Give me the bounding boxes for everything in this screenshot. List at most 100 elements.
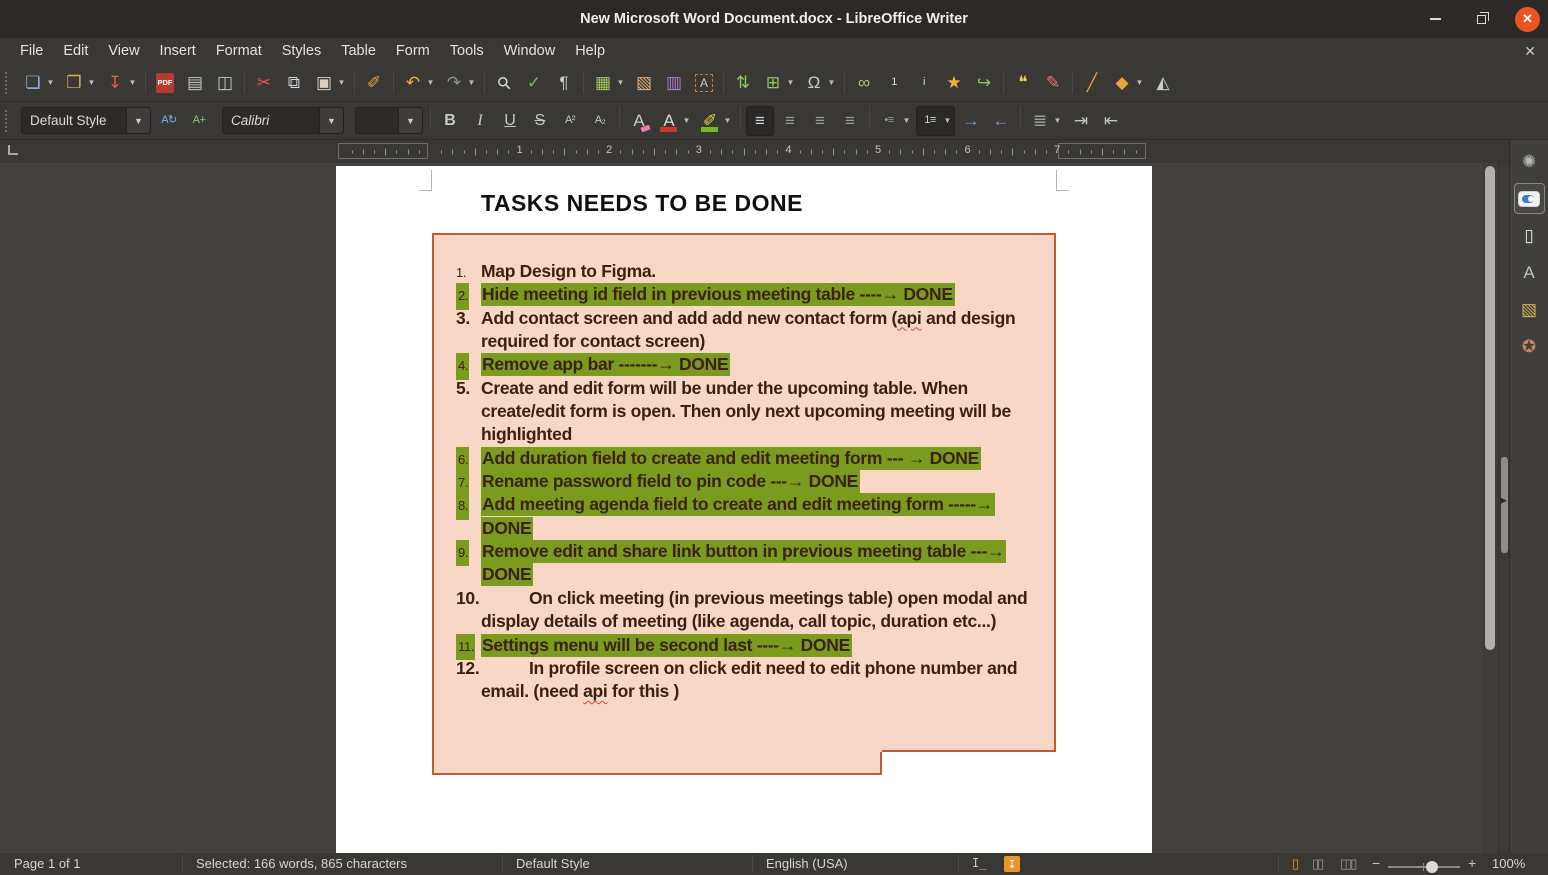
ordered-list-button[interactable]: 1≡▼ bbox=[916, 106, 955, 136]
insert-field-dropdown[interactable]: ▼ bbox=[785, 78, 796, 87]
insert-special-character-button[interactable]: Ω▼ bbox=[800, 68, 839, 98]
open-file-button[interactable]: ❒▼ bbox=[60, 68, 99, 98]
paste-dropdown[interactable]: ▼ bbox=[336, 78, 347, 87]
redo-button[interactable]: ↷▼ bbox=[440, 68, 479, 98]
new-document-dropdown[interactable]: ▼ bbox=[45, 78, 56, 87]
basic-shapes-button[interactable]: ◆▼ bbox=[1108, 68, 1147, 98]
zoom-slider-thumb[interactable] bbox=[1426, 861, 1438, 873]
copy-button[interactable]: ⧉ bbox=[280, 68, 308, 98]
task-item-1[interactable]: 1.Map Design to Figma. bbox=[432, 260, 1052, 283]
task-note-box-extension[interactable] bbox=[432, 752, 882, 775]
new-style-button[interactable]: A+ bbox=[185, 106, 213, 136]
zoom-slider[interactable] bbox=[1388, 866, 1460, 868]
font-size-combo[interactable]: ▼ bbox=[355, 107, 423, 134]
zoom-level[interactable]: 100% bbox=[1492, 856, 1525, 871]
task-item-7[interactable]: 7.Rename password field to pin code ---→… bbox=[432, 470, 1052, 493]
undo-dropdown[interactable]: ▼ bbox=[425, 78, 436, 87]
menu-window[interactable]: Window bbox=[494, 40, 566, 62]
insert-page-break-button[interactable]: ⇅ bbox=[729, 68, 757, 98]
vertical-scrollbar[interactable] bbox=[1482, 163, 1498, 853]
menu-file[interactable]: File bbox=[10, 40, 53, 62]
menu-format[interactable]: Format bbox=[206, 40, 272, 62]
font-size-dropdown[interactable]: ▼ bbox=[398, 108, 422, 133]
new-document-button[interactable]: ❏▼ bbox=[19, 68, 58, 98]
print-button[interactable]: ▤ bbox=[181, 68, 209, 98]
restore-button[interactable] bbox=[1469, 7, 1493, 31]
clear-formatting-button[interactable]: A bbox=[625, 106, 653, 136]
line-spacing-button[interactable]: ≣▼ bbox=[1026, 106, 1065, 136]
page-style-status[interactable]: Default Style bbox=[516, 856, 590, 871]
align-right-button[interactable]: ≡ bbox=[806, 106, 834, 136]
save-dropdown[interactable]: ▼ bbox=[127, 78, 138, 87]
task-item-12[interactable]: 12.In profile screen on click edit need … bbox=[432, 657, 1052, 704]
task-item-11[interactable]: 11.Settings menu will be second last ---… bbox=[432, 634, 1052, 657]
demote-button[interactable]: → bbox=[957, 106, 985, 136]
insert-textbox-button[interactable]: A bbox=[690, 68, 718, 98]
task-item-9[interactable]: 9.Remove edit and share link button in p… bbox=[432, 540, 1052, 587]
zoom-out-button[interactable]: − bbox=[1372, 855, 1380, 871]
sidebar-splitter[interactable]: ▶ bbox=[1498, 163, 1509, 853]
superscript-button[interactable]: A² bbox=[556, 106, 584, 136]
task-item-8[interactable]: 8.Add meeting agenda field to create and… bbox=[432, 493, 1052, 540]
formatting-marks-button[interactable]: ¶ bbox=[550, 68, 578, 98]
word-count-status[interactable]: Selected: 166 words, 865 characters bbox=[196, 856, 407, 871]
italic-button[interactable]: I bbox=[466, 106, 494, 136]
unordered-list-dropdown[interactable]: ▼ bbox=[901, 116, 912, 125]
tab-stop-selector-icon[interactable] bbox=[8, 145, 18, 155]
subscript-button[interactable]: A₂ bbox=[586, 106, 614, 136]
update-style-button[interactable]: A↻ bbox=[155, 106, 183, 136]
menu-tools[interactable]: Tools bbox=[440, 40, 494, 62]
clone-formatting-button[interactable]: ✐ bbox=[360, 68, 388, 98]
menu-styles[interactable]: Styles bbox=[272, 40, 332, 62]
language-status[interactable]: English (USA) bbox=[766, 856, 848, 871]
vertical-scrollbar-thumb[interactable] bbox=[1485, 166, 1495, 650]
insert-field-button[interactable]: ⊞▼ bbox=[759, 68, 798, 98]
insert-endnote-button[interactable]: i bbox=[910, 68, 938, 98]
properties-deck-tab[interactable] bbox=[1514, 183, 1545, 214]
task-item-6[interactable]: 6.Add duration field to create and edit … bbox=[432, 447, 1052, 470]
paragraph-style-dropdown[interactable]: ▼ bbox=[126, 108, 150, 133]
font-name-dropdown[interactable]: ▼ bbox=[319, 108, 343, 133]
font-name-combo[interactable]: Calibri ▼ bbox=[222, 107, 344, 134]
document-modified-icon[interactable]: ↧ bbox=[1004, 856, 1020, 872]
line-spacing-dropdown[interactable]: ▼ bbox=[1052, 116, 1063, 125]
gallery-deck-tab[interactable]: ▧ bbox=[1514, 294, 1545, 325]
toolbar-grip[interactable] bbox=[5, 72, 12, 94]
menu-help[interactable]: Help bbox=[565, 40, 615, 62]
close-button[interactable]: ✕ bbox=[1515, 7, 1540, 32]
single-page-view-icon[interactable]: ▯ bbox=[1292, 856, 1297, 872]
ordered-list-dropdown[interactable]: ▼ bbox=[942, 116, 953, 125]
document-page[interactable]: TASKS NEEDS TO BE DONE 1.Map Design to F… bbox=[336, 166, 1152, 853]
promote-button[interactable]: ← bbox=[987, 106, 1015, 136]
paste-button[interactable]: ▣▼ bbox=[310, 68, 349, 98]
highlight-color-dropdown[interactable]: ▼ bbox=[722, 116, 733, 125]
find-and-replace-button[interactable]: ⚲ bbox=[490, 68, 518, 98]
page-number-status[interactable]: Page 1 of 1 bbox=[14, 856, 81, 871]
minimize-button[interactable] bbox=[1423, 7, 1447, 31]
menu-edit[interactable]: Edit bbox=[53, 40, 98, 62]
menu-view[interactable]: View bbox=[98, 40, 149, 62]
spelling-check-button[interactable]: ✓ bbox=[520, 68, 548, 98]
align-center-button[interactable]: ≡ bbox=[776, 106, 804, 136]
document-heading[interactable]: TASKS NEEDS TO BE DONE bbox=[481, 190, 803, 217]
underline-button[interactable]: U bbox=[496, 106, 524, 136]
insertion-mode-icon[interactable]: I_ bbox=[972, 856, 986, 870]
insert-line-button[interactable]: ╱ bbox=[1078, 68, 1106, 98]
insert-comment-button[interactable]: ❝ bbox=[1009, 68, 1037, 98]
increase-indent-button[interactable]: ⇥ bbox=[1067, 106, 1095, 136]
navigator-deck-tab[interactable]: ✪ bbox=[1514, 331, 1545, 362]
insert-chart-button[interactable]: ▥ bbox=[660, 68, 688, 98]
redo-dropdown[interactable]: ▼ bbox=[466, 78, 477, 87]
font-color-dropdown[interactable]: ▼ bbox=[681, 116, 692, 125]
cut-button[interactable]: ✂ bbox=[250, 68, 278, 98]
paragraph-style-combo[interactable]: Default Style ▼ bbox=[21, 107, 151, 134]
zoom-in-button[interactable]: + bbox=[1468, 855, 1476, 871]
menu-form[interactable]: Form bbox=[386, 40, 440, 62]
styles-deck-tab[interactable]: A bbox=[1514, 257, 1545, 288]
insert-footnote-button[interactable]: 1 bbox=[880, 68, 908, 98]
sidebar-settings-tab[interactable]: ✺ bbox=[1514, 146, 1545, 177]
insert-image-button[interactable]: ▧ bbox=[630, 68, 658, 98]
task-item-4[interactable]: 4.Remove app bar -------→ DONE bbox=[432, 353, 1052, 376]
print-preview-button[interactable]: ◫ bbox=[211, 68, 239, 98]
basic-shapes-dropdown[interactable]: ▼ bbox=[1134, 78, 1145, 87]
